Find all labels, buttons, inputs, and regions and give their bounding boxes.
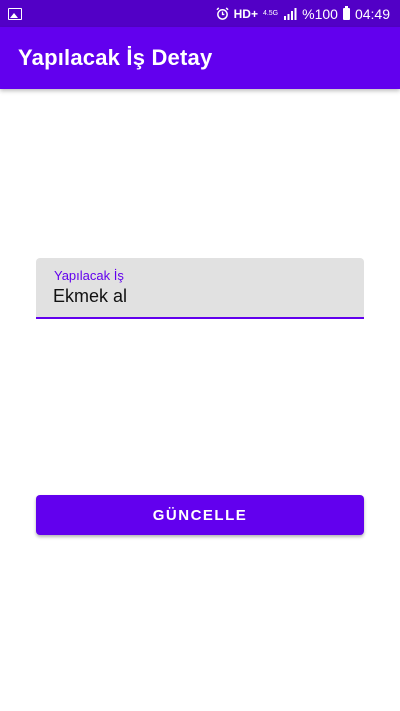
battery-icon (342, 5, 350, 20)
task-text-field[interactable]: Yapılacak İş (36, 258, 364, 319)
task-field-label: Yapılacak İş (54, 268, 124, 283)
status-bar-right: HD+ 4.5G %100 04:49 (216, 5, 390, 22)
page-title: Yapılacak İş Detay (18, 45, 213, 70)
alarm-icon (216, 7, 229, 20)
task-input[interactable] (53, 286, 343, 307)
image-icon (8, 7, 22, 20)
status-bar-left (8, 7, 22, 20)
battery-percent: %100 (302, 5, 338, 22)
update-button[interactable]: GÜNCELLE (36, 495, 364, 535)
status-bar: HD+ 4.5G %100 04:49 (0, 0, 400, 27)
signal-icon (284, 7, 297, 20)
status-time: 04:49 (354, 5, 390, 22)
network-badge: 4.5G (262, 10, 279, 17)
hd-badge: HD+ (233, 6, 258, 21)
app-bar: Yapılacak İş Detay (0, 27, 400, 89)
